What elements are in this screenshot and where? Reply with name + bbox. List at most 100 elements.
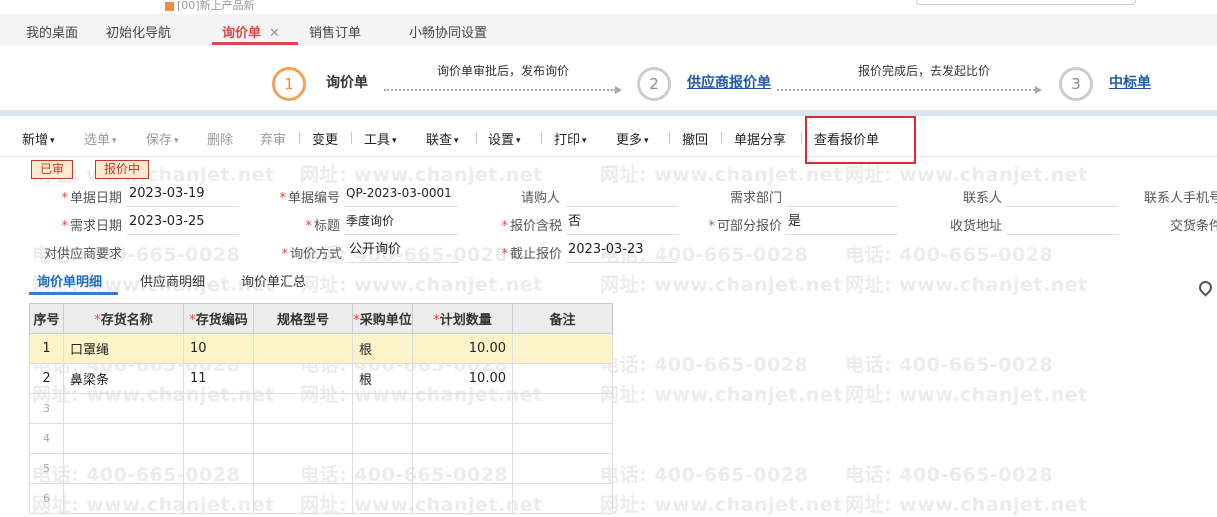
cell-name[interactable]: [63, 483, 184, 514]
row-index: 4: [29, 423, 64, 454]
contact-phone-label: 联系人手机号: [1144, 191, 1217, 206]
select-bill-button[interactable]: 选单 ▾: [84, 129, 117, 148]
cell-qty[interactable]: [412, 393, 513, 424]
step-1-circle: 1: [272, 67, 306, 101]
cell-qty[interactable]: [412, 453, 513, 484]
supplier-req-label: 对供应商要求: [43, 247, 122, 262]
tax-field[interactable]: 否: [566, 213, 678, 235]
cell-qty[interactable]: 10.00: [412, 363, 513, 394]
table-row[interactable]: 1 口罩绳 10 根 10.00: [29, 333, 613, 364]
method-field[interactable]: 公开询价: [347, 241, 459, 263]
status-badge-audited: 已审: [31, 160, 74, 179]
watermark-text: 网址: www.chanjet.net: [600, 384, 843, 406]
tab-collab-settings[interactable]: 小畅协同设置: [409, 22, 487, 41]
tab-init-guide[interactable]: 初始化导航: [106, 22, 171, 41]
cell-note[interactable]: [512, 423, 613, 454]
cell-note[interactable]: [512, 363, 613, 394]
cell-name[interactable]: [63, 393, 184, 424]
subtab-inquiry-summary[interactable]: 询价单汇总: [241, 271, 306, 290]
cell-code[interactable]: [183, 483, 254, 514]
cell-qty[interactable]: [412, 423, 513, 454]
save-button[interactable]: 保存 ▾: [146, 129, 179, 148]
cell-unit[interactable]: 根: [352, 333, 413, 364]
process-steps: 1 询价单 询价单审批后，发布询价 2 供应商报价单 报价完成后，去发起比价 3…: [0, 46, 1217, 110]
watermark-text: 网址: www.chanjet.net: [845, 494, 1088, 516]
table-row[interactable]: 5: [29, 453, 613, 484]
cell-code[interactable]: 10: [183, 333, 254, 364]
need-date-field[interactable]: 2023-03-25: [127, 213, 239, 235]
cell-spec[interactable]: [253, 393, 353, 424]
cell-unit[interactable]: [352, 483, 413, 514]
cell-name[interactable]: [63, 453, 184, 484]
cell-note[interactable]: [512, 393, 613, 424]
tax-label: * 报价含税: [501, 219, 562, 234]
tab-sales-order[interactable]: 销售订单: [309, 22, 361, 41]
cell-code[interactable]: [183, 423, 254, 454]
table-row[interactable]: 2 鼻梁条 11 根 10.00: [29, 363, 613, 394]
share-bill-button[interactable]: 单据分享: [734, 129, 786, 148]
cell-spec[interactable]: [253, 363, 353, 394]
withdraw-button[interactable]: 撤回: [682, 129, 708, 148]
step-3-link[interactable]: 中标单: [1109, 72, 1151, 92]
cell-code[interactable]: [183, 453, 254, 484]
table-header-row: 序号 *存货名称 *存货编码 规格型号 *采购单位 *计划数量 备注: [29, 303, 613, 334]
cell-name[interactable]: 口罩绳: [63, 333, 184, 364]
delete-button[interactable]: 删除: [207, 129, 233, 148]
cell-spec[interactable]: [253, 483, 353, 514]
bill-no-label: * 单据编号: [279, 191, 340, 206]
cell-unit[interactable]: [352, 423, 413, 454]
cell-spec[interactable]: [253, 453, 353, 484]
watermark-text: 网址: www.chanjet.net: [600, 274, 843, 296]
buyer-field[interactable]: [566, 185, 678, 207]
table-row[interactable]: 3: [29, 393, 613, 424]
cell-name[interactable]: [63, 423, 184, 454]
dept-field[interactable]: [786, 185, 898, 207]
cell-qty[interactable]: 10.00: [412, 333, 513, 364]
change-button[interactable]: 变更: [312, 129, 338, 148]
folder-icon: [165, 1, 174, 11]
cell-qty[interactable]: [412, 483, 513, 514]
bill-date-field[interactable]: 2023-03-19: [127, 185, 239, 207]
settings-button[interactable]: 设置 ▾: [488, 129, 521, 148]
deadline-field[interactable]: 2023-03-23: [566, 241, 678, 263]
bill-no-field[interactable]: QP-2023-03-0001: [344, 185, 459, 207]
trace-button[interactable]: 联查 ▾: [426, 129, 459, 148]
table-row[interactable]: 6: [29, 483, 613, 514]
step-2-link[interactable]: 供应商报价单: [687, 72, 771, 92]
cell-unit[interactable]: 根: [352, 363, 413, 394]
cell-note[interactable]: [512, 333, 613, 364]
cell-spec[interactable]: [253, 333, 353, 364]
step-note-1: 询价单审批后，发布询价: [437, 64, 570, 78]
cell-code[interactable]: 11: [183, 363, 254, 394]
cell-unit[interactable]: [352, 393, 413, 424]
watermark-text: 电话: 400-665-0028: [845, 354, 1054, 376]
subtab-inquiry-detail[interactable]: 询价单明细: [37, 271, 102, 290]
print-button[interactable]: 打印 ▾: [554, 129, 587, 148]
contact-field[interactable]: [1006, 185, 1118, 207]
tools-button[interactable]: 工具 ▾: [364, 129, 397, 148]
toolbar-separator: [351, 132, 352, 144]
cell-name[interactable]: 鼻梁条: [63, 363, 184, 394]
tab-desktop[interactable]: 我的桌面: [26, 22, 78, 41]
more-button[interactable]: 更多 ▾: [616, 129, 649, 148]
col-header-code: *存货编码: [183, 303, 254, 334]
title-field[interactable]: 季度询价: [344, 213, 459, 235]
cell-note[interactable]: [512, 483, 613, 514]
cell-note[interactable]: [512, 453, 613, 484]
new-button[interactable]: 新增 ▾: [22, 129, 55, 148]
cell-spec[interactable]: [253, 423, 353, 454]
cell-code[interactable]: [183, 393, 254, 424]
address-field[interactable]: [1006, 213, 1118, 235]
supplier-req-field[interactable]: [127, 241, 239, 262]
tab-inquiry[interactable]: 询价单 ✕: [222, 22, 280, 41]
watermark-text: 电话: 400-665-0028: [845, 244, 1054, 266]
cell-unit[interactable]: [352, 453, 413, 484]
unaudit-button[interactable]: 弃审: [260, 129, 286, 148]
chevron-down-icon: ▾: [454, 136, 459, 146]
partial-field[interactable]: 是: [786, 213, 898, 235]
subtab-supplier-detail[interactable]: 供应商明细: [140, 271, 205, 290]
global-search-box[interactable]: [916, 0, 1136, 5]
table-row[interactable]: 4: [29, 423, 613, 454]
close-icon[interactable]: ✕: [269, 26, 280, 41]
location-pin-icon[interactable]: [1196, 278, 1215, 297]
